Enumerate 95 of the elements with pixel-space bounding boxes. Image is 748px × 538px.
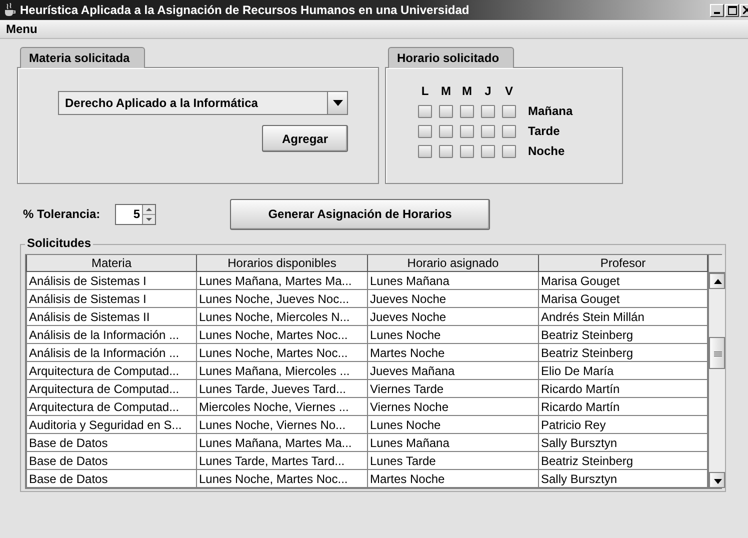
checkbox[interactable]	[439, 144, 453, 158]
checkbox[interactable]	[502, 144, 516, 158]
table-cell: Lunes Noche, Viernes No...	[196, 416, 368, 434]
table-cell: Ricardo Martín	[538, 398, 708, 416]
table-cell: Jueves Noche	[368, 290, 538, 308]
table-cell: Lunes Mañana, Miercoles ...	[196, 362, 368, 380]
up-arrow-icon[interactable]	[143, 204, 155, 214]
menu-item[interactable]: Menu	[4, 22, 40, 36]
panel-tab[interactable]: Horario solicitado	[388, 47, 514, 68]
add-button[interactable]: Agregar	[262, 125, 348, 152]
checkbox[interactable]	[418, 124, 432, 138]
table-cell: Análisis de Sistemas I	[26, 290, 196, 308]
table-cell: Lunes Noche	[368, 326, 538, 344]
tolerance-label: % Tolerancia:	[23, 207, 102, 221]
table-cell: Sally Bursztyn	[538, 470, 708, 488]
table-cell: Auditoria y Seguridad en S...	[26, 416, 196, 434]
table-cell: Análisis de la Información ...	[26, 326, 196, 344]
tolerance-spinner[interactable]: 5	[115, 204, 156, 224]
table-cell: Análisis de Sistemas I	[26, 272, 196, 290]
column-header[interactable]: Horario asignado	[368, 255, 538, 272]
table-cell: Marisa Gouget	[538, 290, 708, 308]
table-cell: Lunes Mañana, Martes Ma...	[196, 272, 368, 290]
day-label: J	[484, 84, 492, 98]
checkbox[interactable]	[418, 144, 432, 158]
table-cell: Base de Datos	[26, 434, 196, 452]
checkbox[interactable]	[439, 104, 453, 118]
maximize-button[interactable]	[725, 4, 739, 16]
group-title: Solicitudes	[25, 236, 94, 250]
day-label: M	[441, 84, 451, 98]
table-cell: Lunes Tarde, Jueves Tard...	[196, 380, 368, 398]
maximize-icon	[728, 6, 736, 14]
table-cell: Análisis de Sistemas II	[26, 308, 196, 326]
table-cell: Jueves Mañana	[368, 362, 538, 380]
table-cell: Lunes Noche, Jueves Noc...	[196, 290, 368, 308]
table-cell: Arquitectura de Computad...	[26, 362, 196, 380]
checkbox[interactable]	[481, 144, 495, 158]
scroll-thumb[interactable]	[709, 337, 725, 369]
table-cell: Lunes Mañana	[368, 434, 538, 452]
day-label: M	[462, 84, 472, 98]
table-cell: Sally Bursztyn	[538, 434, 708, 452]
checkbox[interactable]	[481, 124, 495, 138]
table-cell: Lunes Noche	[368, 416, 538, 434]
table-cell: Base de Datos	[26, 470, 196, 488]
table-cell: Andrés Stein Millán	[538, 308, 708, 326]
caret-icon	[332, 100, 342, 106]
checkbox[interactable]	[460, 104, 474, 118]
table-cell: Ricardo Martín	[538, 380, 708, 398]
table-cell: Lunes Mañana, Martes Ma...	[196, 434, 368, 452]
table-cell: Viernes Tarde	[368, 380, 538, 398]
table-cell: Arquitectura de Computad...	[26, 380, 196, 398]
minimize-button[interactable]	[710, 4, 724, 16]
shift-label: Mañana	[528, 104, 573, 118]
table-cell: Lunes Noche, Martes Noc...	[196, 326, 368, 344]
table-cell: Beatriz Steinberg	[538, 344, 708, 362]
table-cell: Lunes Mañana	[368, 272, 538, 290]
table-cell: Lunes Noche, Miercoles N...	[196, 308, 368, 326]
scrollbar[interactable]	[708, 255, 725, 488]
table-cell: Beatriz Steinberg	[538, 452, 708, 470]
panel-tab[interactable]: Materia solicitada	[20, 47, 145, 68]
day-label: V	[504, 84, 513, 98]
table-cell: Base de Datos	[26, 452, 196, 470]
table-cell: Marisa Gouget	[538, 272, 708, 290]
scroll-down-icon[interactable]	[709, 472, 725, 488]
table-cell: Martes Noche	[368, 344, 538, 362]
scroll-up-icon[interactable]	[709, 273, 725, 289]
table-cell: Beatriz Steinberg	[538, 326, 708, 344]
checkbox[interactable]	[460, 144, 474, 158]
shift-label: Tarde	[528, 124, 560, 138]
table-cell: Elio De María	[538, 362, 708, 380]
table-cell: Jueves Noche	[368, 308, 538, 326]
table-cell: Lunes Tarde	[368, 452, 538, 470]
shift-label: Noche	[528, 144, 565, 158]
table-cell: Viernes Noche	[368, 398, 538, 416]
window-title: Heurística Aplicada a la Asignación de Recursos Humanos en una Universidad	[20, 3, 470, 17]
table-cell: Lunes Tarde, Martes Tard...	[196, 452, 368, 470]
column-header[interactable]: Profesor	[538, 255, 708, 272]
table-cell: Lunes Noche, Martes Noc...	[196, 344, 368, 362]
table-cell: Arquitectura de Computad...	[26, 398, 196, 416]
table-cell: Lunes Noche, Martes Noc...	[196, 470, 368, 488]
checkbox[interactable]	[502, 104, 516, 118]
checkbox[interactable]	[439, 124, 453, 138]
table-cell: Patricio Rey	[538, 416, 708, 434]
table-cell: Análisis de la Información ...	[26, 344, 196, 362]
subject-dropdown[interactable]: Derecho Aplicado a la Informática	[58, 91, 348, 115]
table-cell: Miercoles Noche, Viernes ...	[196, 398, 368, 416]
cup-icon	[4, 3, 16, 17]
generate-button[interactable]: Generar Asignación de Horarios	[230, 198, 490, 230]
checkbox[interactable]	[418, 104, 432, 118]
day-label: L	[421, 84, 429, 98]
table-cell: Martes Noche	[368, 470, 538, 488]
checkbox[interactable]	[460, 124, 474, 138]
checkbox[interactable]	[481, 104, 495, 118]
column-header[interactable]: Horarios disponibles	[196, 255, 368, 272]
checkbox[interactable]	[502, 124, 516, 138]
column-header[interactable]: Materia	[26, 255, 196, 272]
